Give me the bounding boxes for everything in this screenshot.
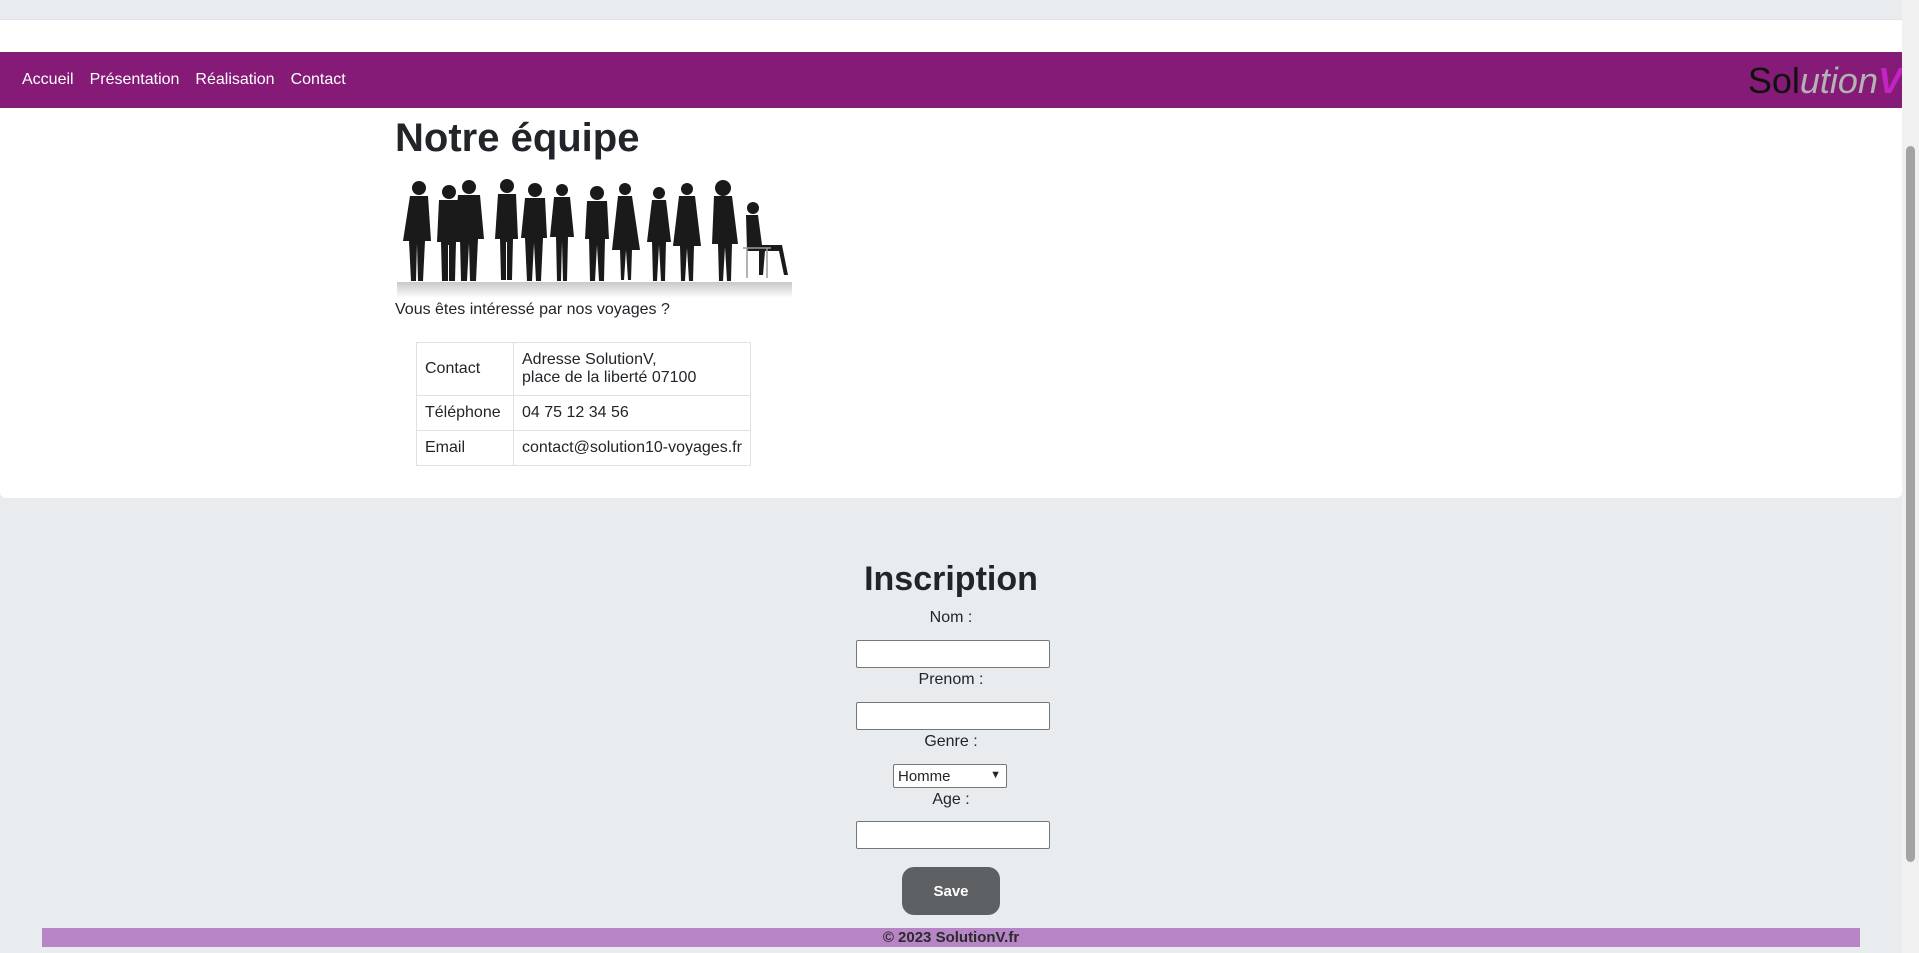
age-label: Age : (932, 791, 970, 808)
logo-part-3: V (1877, 60, 1902, 101)
registration-form: Inscription Nom : Prenom : Genre : Homme… (0, 498, 1902, 928)
page: Accueil Présentation Réalisation Contact… (0, 0, 1902, 953)
logo[interactable]: Sol ution V (1748, 60, 1902, 102)
team-silhouettes-image (397, 179, 792, 298)
chevron-down-icon: ▼ (990, 769, 1001, 781)
nav-link-contact[interactable]: Contact (283, 71, 354, 89)
scrollbar-thumb[interactable] (1906, 146, 1915, 862)
footer: © 2023 SolutionV.fr (42, 928, 1860, 947)
address-line-1: Adresse SolutionV, (522, 351, 657, 368)
nav-link-accueil[interactable]: Accueil (14, 71, 82, 89)
logo-part-1: Sol (1747, 60, 1800, 101)
table-cell-label: Téléphone (416, 395, 514, 431)
interest-text: Vous êtes intéressé par nos voyages ? (395, 301, 670, 318)
vertical-scrollbar[interactable] (1902, 0, 1919, 953)
genre-label: Genre : (924, 733, 978, 750)
navbar: Accueil Présentation Réalisation Contact… (0, 52, 1902, 108)
save-button[interactable]: Save (902, 867, 1000, 915)
genre-selected-value: Homme (898, 767, 951, 785)
genre-select[interactable]: Homme ▼ (893, 764, 1007, 788)
nav-link-presentation[interactable]: Présentation (82, 71, 188, 89)
contact-table: Contact Adresse SolutionV, place de la l… (416, 342, 751, 466)
logo-part-2: ution (1799, 60, 1878, 101)
header-band (0, 20, 1902, 52)
table-cell-value: 04 75 12 34 56 (513, 395, 751, 431)
team-section: Notre équipe Vous êtes intéressé par nos… (0, 108, 1902, 498)
address-line-2: place de la liberté 07100 (522, 369, 697, 386)
table-row: Téléphone 04 75 12 34 56 (416, 395, 751, 431)
table-row: Email contact@solution10-voyages.fr (416, 430, 751, 466)
prenom-label: Prenom : (918, 671, 984, 688)
top-strip (0, 0, 1902, 20)
nom-input[interactable] (856, 640, 1050, 668)
form-title: Inscription (864, 560, 1038, 598)
nav-links: Accueil Présentation Réalisation Contact (14, 52, 354, 108)
table-cell-value: contact@solution10-voyages.fr (513, 430, 751, 466)
nav-link-realisation[interactable]: Réalisation (187, 71, 282, 89)
table-row: Contact Adresse SolutionV, place de la l… (416, 342, 751, 396)
team-title: Notre équipe (395, 116, 640, 160)
table-cell-label: Email (416, 430, 514, 466)
prenom-input[interactable] (856, 702, 1050, 730)
age-input[interactable] (856, 821, 1050, 849)
table-cell-label: Contact (416, 342, 514, 396)
table-cell-value: Adresse SolutionV, place de la liberté 0… (513, 342, 751, 396)
nom-label: Nom : (929, 609, 973, 626)
